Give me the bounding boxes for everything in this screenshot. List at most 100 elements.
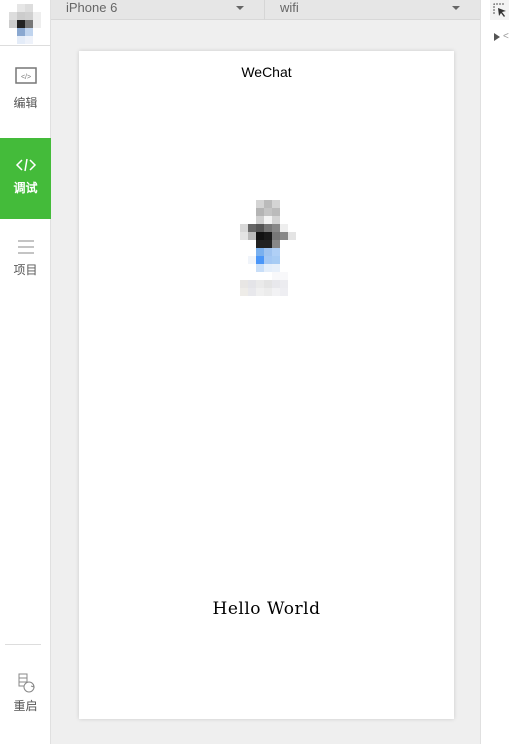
sidebar: </> 编辑 调试 项目 重启 xyxy=(0,0,51,744)
pixel xyxy=(240,216,248,224)
pixel xyxy=(25,36,33,44)
pixel xyxy=(240,272,248,280)
user-avatar[interactable] xyxy=(9,4,41,44)
pixel xyxy=(280,216,288,224)
pixel xyxy=(288,248,296,256)
pixel xyxy=(264,288,272,296)
divider xyxy=(5,644,41,645)
pixel xyxy=(240,256,248,264)
nav-title: WeChat xyxy=(241,64,292,80)
pixel xyxy=(9,36,17,44)
pixel xyxy=(33,12,41,20)
pixel xyxy=(240,232,248,240)
pixel xyxy=(280,224,288,232)
pixel xyxy=(17,20,25,28)
pixel xyxy=(264,256,272,264)
pixel xyxy=(272,272,280,280)
pixel xyxy=(33,20,41,28)
device-value: iPhone 6 xyxy=(66,0,118,15)
pixel xyxy=(264,216,272,224)
user-avatar-image xyxy=(240,200,296,296)
pixel xyxy=(248,200,256,208)
pixel xyxy=(256,288,264,296)
pixel xyxy=(248,264,256,272)
pixel xyxy=(248,224,256,232)
cursor-select-icon xyxy=(493,3,506,17)
pixel xyxy=(256,200,264,208)
pixel xyxy=(17,12,25,20)
pixel xyxy=(248,256,256,264)
pixel xyxy=(264,272,272,280)
pixel xyxy=(25,28,33,36)
pixel xyxy=(25,20,33,28)
pixel xyxy=(288,288,296,296)
pixel xyxy=(33,36,41,44)
sidebar-item-debug[interactable]: 调试 xyxy=(0,138,51,219)
pixel xyxy=(17,36,25,44)
chevron-down-icon xyxy=(452,6,460,10)
pixel xyxy=(33,4,41,12)
pixel xyxy=(280,208,288,216)
tag-bracket-icon: < xyxy=(503,31,509,42)
expand-triangle-icon[interactable] xyxy=(494,33,500,41)
pixel xyxy=(248,288,256,296)
sidebar-item-label: 调试 xyxy=(13,181,38,195)
sidebar-item-label: 重启 xyxy=(13,699,38,713)
pixel xyxy=(17,28,25,36)
pixel xyxy=(280,280,288,288)
pixel xyxy=(256,232,264,240)
pixel xyxy=(240,264,248,272)
pixel xyxy=(272,232,280,240)
sidebar-item-project[interactable]: 项目 xyxy=(0,236,51,286)
pixel xyxy=(256,208,264,216)
pixel xyxy=(272,240,280,248)
pixel xyxy=(25,4,33,12)
phone-simulator: WeChat Hello World xyxy=(79,51,454,719)
pixel xyxy=(256,272,264,280)
pixel xyxy=(240,200,248,208)
code-window-icon: </> xyxy=(0,64,51,88)
pixel xyxy=(288,216,296,224)
pixel xyxy=(264,208,272,216)
sidebar-item-label: 项目 xyxy=(13,263,38,277)
pixel xyxy=(9,4,17,12)
pixel xyxy=(288,280,296,288)
device-select[interactable]: iPhone 6 xyxy=(51,0,265,20)
pixel xyxy=(248,232,256,240)
pixel xyxy=(288,256,296,264)
pixel xyxy=(256,224,264,232)
pixel xyxy=(248,272,256,280)
pixel xyxy=(240,288,248,296)
pixel xyxy=(17,4,25,12)
pixel xyxy=(272,248,280,256)
pixel xyxy=(264,232,272,240)
pixel xyxy=(280,256,288,264)
pixel xyxy=(288,240,296,248)
pixel xyxy=(280,264,288,272)
pixel xyxy=(264,224,272,232)
pixel xyxy=(272,200,280,208)
restart-icon xyxy=(0,672,51,694)
pixel xyxy=(33,28,41,36)
restart-button[interactable]: 重启 xyxy=(0,672,51,722)
pixel xyxy=(240,240,248,248)
network-select[interactable]: wifi xyxy=(265,0,480,20)
pixel xyxy=(240,248,248,256)
pixel xyxy=(280,240,288,248)
pixel xyxy=(248,248,256,256)
pixel xyxy=(240,208,248,216)
pixel xyxy=(280,272,288,280)
pixel xyxy=(280,200,288,208)
code-icon xyxy=(0,155,51,175)
pixel xyxy=(256,280,264,288)
inspector-panel: < xyxy=(480,0,509,744)
pixel xyxy=(256,256,264,264)
sidebar-item-edit[interactable]: </> 编辑 xyxy=(0,64,51,124)
pixel xyxy=(264,264,272,272)
network-value: wifi xyxy=(280,0,299,15)
pixel xyxy=(240,224,248,232)
inspect-element-button[interactable] xyxy=(490,0,509,20)
pixel xyxy=(280,288,288,296)
pixel xyxy=(272,280,280,288)
pixel xyxy=(288,264,296,272)
